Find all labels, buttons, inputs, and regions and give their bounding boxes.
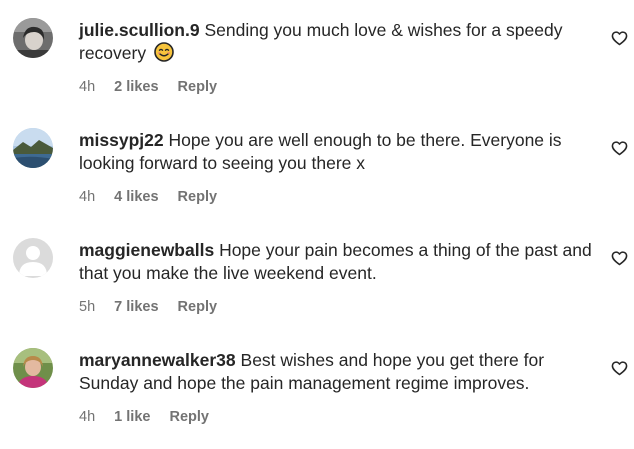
comment-likes[interactable]: 1 like (114, 409, 150, 425)
comment-body: maryannewalker38 Best wishes and hope yo… (79, 349, 594, 395)
heart-outline-icon[interactable] (611, 30, 628, 47)
reply-button[interactable]: Reply (169, 409, 209, 425)
heart-outline-icon[interactable] (611, 140, 628, 157)
heart-outline-icon[interactable] (611, 360, 628, 377)
avatar[interactable] (13, 348, 53, 388)
avatar[interactable] (13, 128, 53, 168)
comment-username[interactable]: julie.scullion.9 (79, 20, 200, 40)
comment-meta: 4h 4 likes Reply (79, 189, 217, 205)
comment-likes[interactable]: 7 likes (114, 299, 158, 315)
comment-likes[interactable]: 2 likes (114, 79, 158, 95)
comment-username[interactable]: missypj22 (79, 130, 164, 150)
comment-time: 5h (79, 299, 96, 315)
comment-time: 4h (79, 189, 96, 205)
comment-meta: 4h 1 like Reply (79, 409, 209, 425)
comment-username[interactable]: maggienewballs (79, 240, 214, 260)
comment-meta: 5h 7 likes Reply (79, 299, 217, 315)
comment-likes[interactable]: 4 likes (114, 189, 158, 205)
comment-body: missypj22 Hope you are well enough to be… (79, 129, 594, 175)
smiling-face-emoji-icon (154, 42, 174, 68)
comment-meta: 4h 2 likes Reply (79, 79, 217, 95)
reply-button[interactable]: Reply (178, 189, 218, 205)
avatar[interactable] (13, 238, 53, 278)
comment-username[interactable]: maryannewalker38 (79, 350, 236, 370)
reply-button[interactable]: Reply (178, 299, 218, 315)
comment-time: 4h (79, 409, 96, 425)
comment-body: julie.scullion.9 Sending you much love &… (79, 19, 594, 68)
comment-time: 4h (79, 79, 96, 95)
heart-outline-icon[interactable] (611, 250, 628, 267)
comment-body: maggienewballs Hope your pain becomes a … (79, 239, 594, 285)
avatar[interactable] (13, 18, 53, 58)
reply-button[interactable]: Reply (178, 79, 218, 95)
